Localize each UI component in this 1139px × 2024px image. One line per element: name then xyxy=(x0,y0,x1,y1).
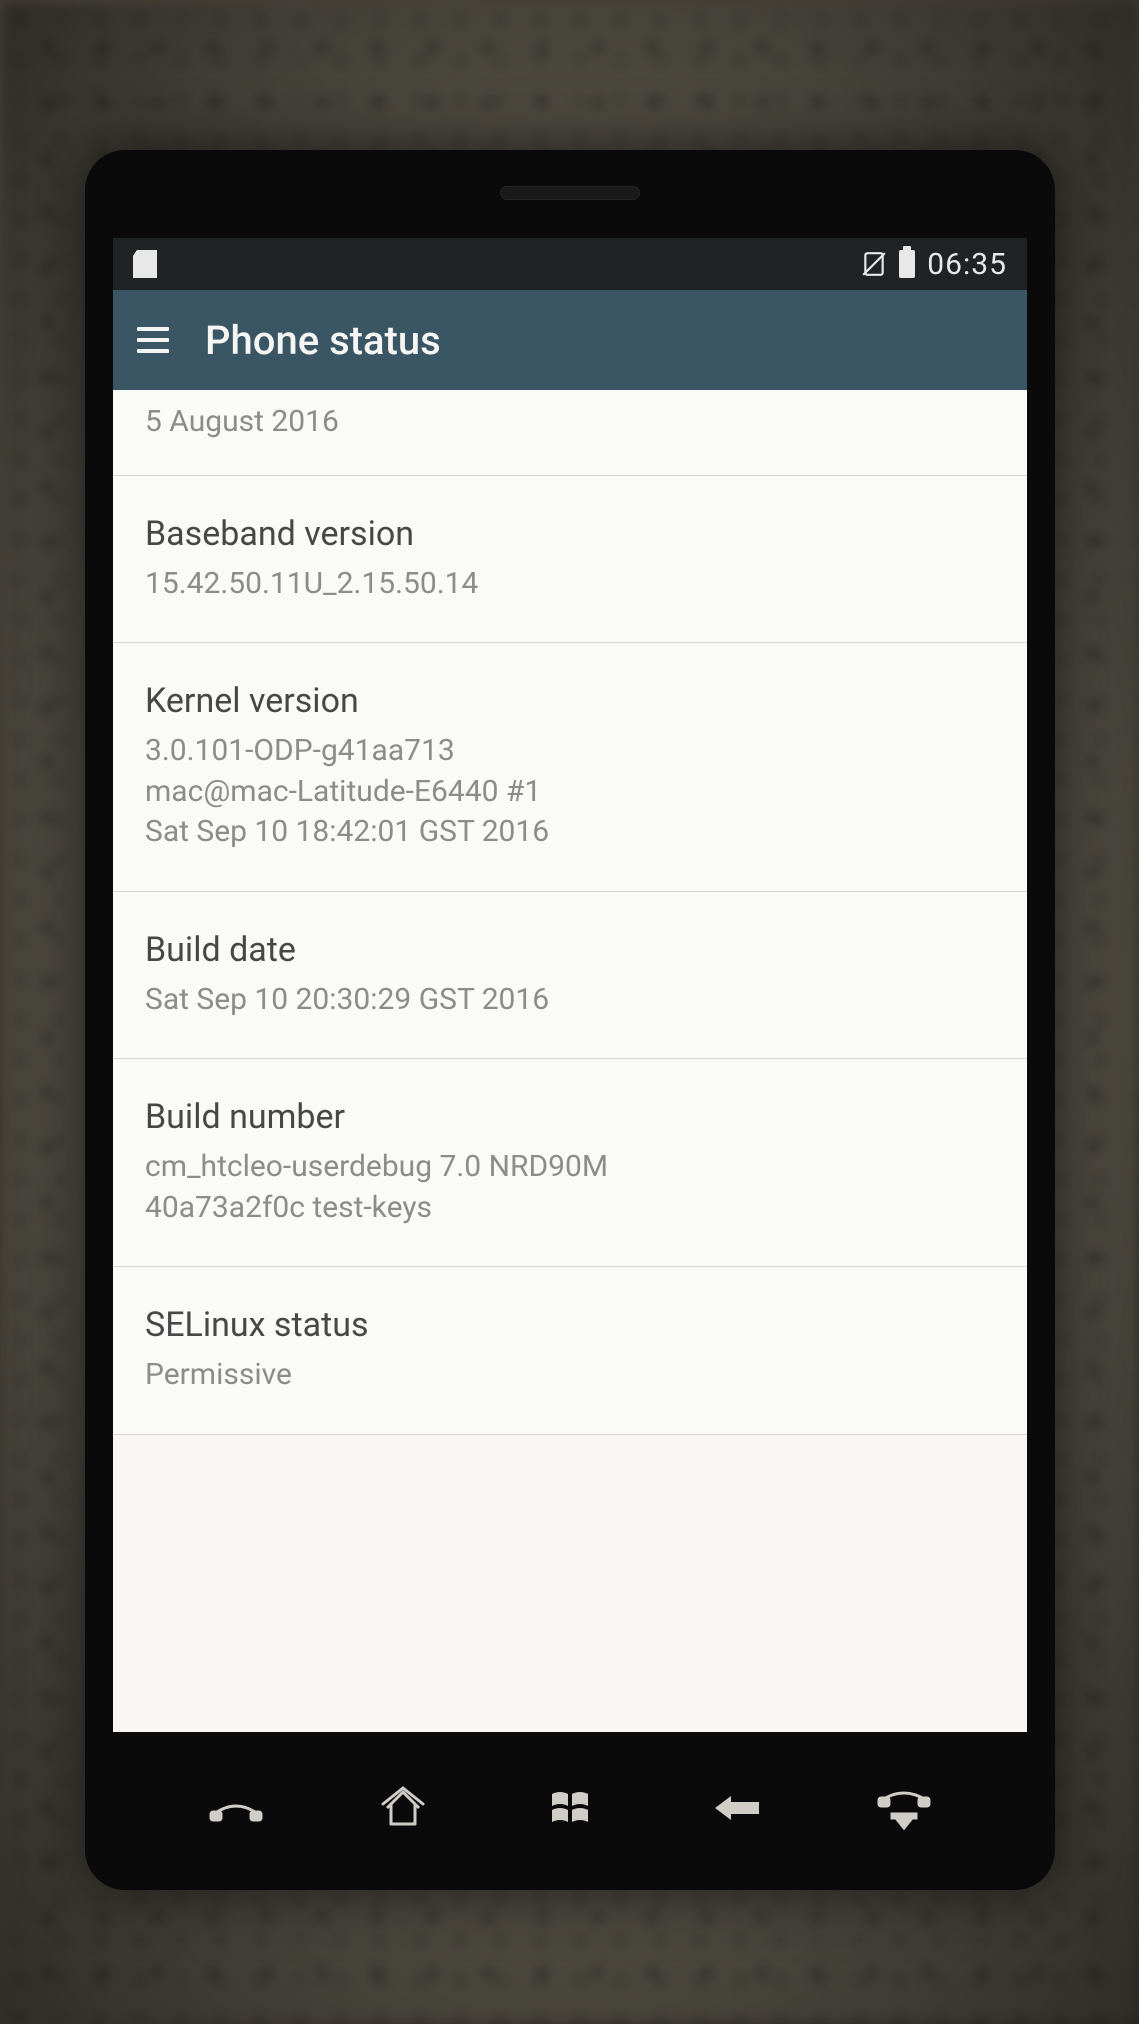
status-bar: 06:35 xyxy=(113,238,1027,290)
phone-device: 06:35 Phone status 5 August 2016 Baseban… xyxy=(85,150,1055,1890)
home-button[interactable] xyxy=(373,1784,433,1832)
setting-value: cm_htcleo-userdebug 7.0 NRD90M 40a73a2f0… xyxy=(145,1147,995,1228)
settings-list[interactable]: 5 August 2016 Baseband version 15.42.50.… xyxy=(113,390,1027,1435)
setting-title: Baseband version xyxy=(145,514,995,554)
setting-item-kernel[interactable]: Kernel version 3.0.101-ODP-g41aa713 mac@… xyxy=(113,643,1027,892)
setting-item-build-date[interactable]: Build date Sat Sep 10 20:30:29 GST 2016 xyxy=(113,892,1027,1060)
windows-button[interactable] xyxy=(540,1784,600,1832)
setting-value: Sat Sep 10 20:30:29 GST 2016 xyxy=(145,980,995,1021)
setting-value: Permissive xyxy=(145,1355,995,1396)
setting-title: Kernel version xyxy=(145,681,995,721)
back-button[interactable] xyxy=(707,1784,767,1832)
page-title: Phone status xyxy=(205,317,441,364)
setting-item-build-number[interactable]: Build number cm_htcleo-userdebug 7.0 NRD… xyxy=(113,1059,1027,1267)
setting-title: SELinux status xyxy=(145,1305,995,1345)
setting-item-selinux[interactable]: SELinux status Permissive xyxy=(113,1267,1027,1435)
setting-value: 3.0.101-ODP-g41aa713 mac@mac-Latitude-E6… xyxy=(145,731,995,853)
phone-screen: 06:35 Phone status 5 August 2016 Baseban… xyxy=(113,238,1027,1732)
battery-full-icon xyxy=(899,250,915,278)
setting-item-security-patch[interactable]: 5 August 2016 xyxy=(113,390,1027,476)
app-bar: Phone status xyxy=(113,290,1027,390)
status-clock: 06:35 xyxy=(927,247,1007,282)
hamburger-icon[interactable] xyxy=(137,327,169,353)
hardware-nav-buttons xyxy=(113,1784,1027,1832)
setting-item-baseband[interactable]: Baseband version 15.42.50.11U_2.15.50.14 xyxy=(113,476,1027,644)
no-sim-icon xyxy=(861,251,887,277)
phone-earpiece xyxy=(500,186,640,200)
end-call-button[interactable] xyxy=(874,1784,934,1832)
call-button[interactable] xyxy=(206,1784,266,1832)
sd-card-icon xyxy=(133,250,157,278)
setting-value: 15.42.50.11U_2.15.50.14 xyxy=(145,564,995,605)
setting-title: Build date xyxy=(145,930,995,970)
setting-value: 5 August 2016 xyxy=(145,402,995,443)
setting-title: Build number xyxy=(145,1097,995,1137)
